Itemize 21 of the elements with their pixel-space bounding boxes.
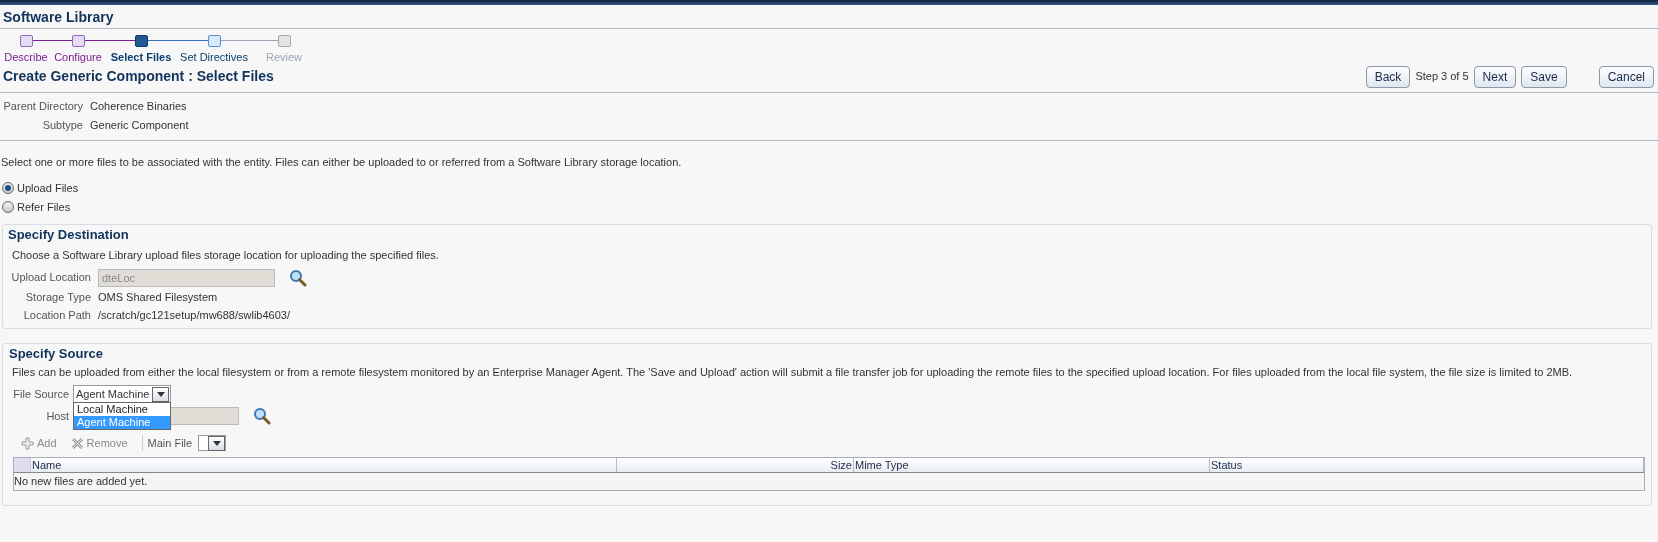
field-label: Upload Location: [10, 270, 91, 286]
section-title: Specify Source: [9, 344, 104, 363]
field-label: Parent Directory: [2, 98, 83, 114]
section-description: Files can be uploaded from either the local filesystem or from a remote filesystem monitored by an Enterprise Manager Agent. The 'Save and Upload' action will submit a file transfer job for uploading the remote files to the specified upload location. For files uploaded from the local file system, the file size is limited to 2MB.: [11, 364, 1574, 380]
field-label: Main File: [147, 435, 193, 451]
field-label: Location Path: [22, 308, 91, 323]
step-indicator: Step 3 of 5: [1415, 69, 1469, 85]
field-label: Subtype: [41, 118, 83, 133]
page-heading: Create Generic Component : Select Files: [3, 67, 274, 86]
field-label: Storage Type: [24, 289, 91, 305]
section-description: Choose a Software Library upload files storage location for uploading the specified files.: [11, 248, 440, 263]
empty-message: No new files are added yet.: [14, 474, 148, 490]
field-value: Generic Component: [90, 118, 190, 133]
section-title: Specify Destination: [8, 226, 130, 244]
field-label: File Source: [12, 386, 69, 402]
field-label: Host: [45, 408, 69, 424]
field-value: OMS Shared Filesystem: [98, 289, 219, 305]
field-value: Coherence Binaries: [90, 98, 188, 114]
instruction-text: Select one or more files to be associated with the entity. Files can either be uploaded to or referred from a Software Library storage location.: [0, 154, 683, 170]
page-title: Software Library: [3, 8, 115, 26]
field-value: /scratch/gc121setup/mw688/swlib4603/: [98, 308, 291, 323]
